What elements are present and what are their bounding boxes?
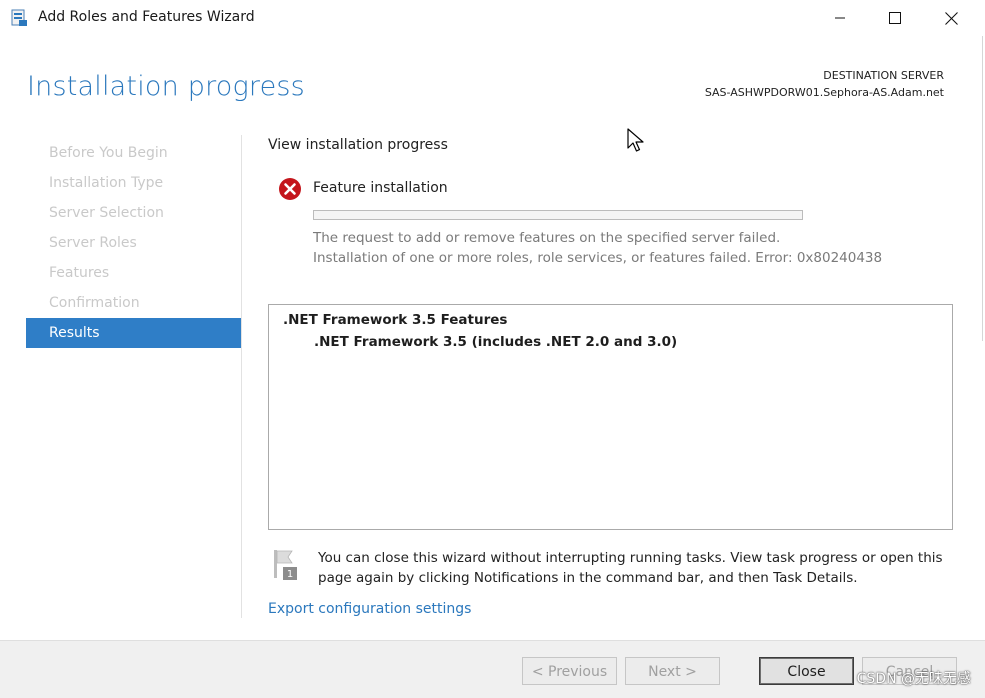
result-item-parent: .NET Framework 3.5 Features: [283, 312, 508, 328]
page-title: Installation progress: [27, 71, 305, 102]
nav-item-features: Features: [49, 265, 110, 281]
nav-item-server-roles: Server Roles: [49, 235, 137, 251]
title-bar: Add Roles and Features Wizard: [0, 0, 985, 36]
nav-item-installation-type: Installation Type: [49, 175, 164, 191]
feature-installation-label: Feature installation: [313, 180, 448, 196]
error-icon: [278, 177, 302, 201]
nav-item-confirmation: Confirmation: [49, 295, 140, 311]
window-title: Add Roles and Features Wizard: [38, 9, 255, 25]
close-window-button[interactable]: [928, 0, 974, 36]
destination-server-label: DESTINATION SERVER: [823, 69, 944, 82]
watermark: CSDN @无味无感: [856, 671, 971, 687]
nav-item-before-you-begin: Before You Begin: [49, 145, 168, 161]
nav-item-results[interactable]: Results: [26, 318, 241, 348]
close-icon: [944, 11, 958, 25]
nav-divider: [241, 135, 242, 618]
result-item-child: .NET Framework 3.5 (includes .NET 2.0 an…: [314, 334, 678, 350]
results-list[interactable]: .NET Framework 3.5 Features .NET Framewo…: [268, 304, 953, 530]
mouse-cursor-icon: [627, 128, 645, 158]
svg-text:1: 1: [287, 569, 293, 580]
notification-note: You can close this wizard without interr…: [318, 550, 943, 586]
maximize-button[interactable]: [872, 0, 918, 36]
minimize-icon: [835, 17, 845, 19]
minimize-button[interactable]: [817, 0, 863, 36]
notification-flag-icon: 1: [272, 548, 300, 582]
close-button[interactable]: Close: [759, 657, 854, 685]
wizard-nav: Before You Begin Installation Type Serve…: [26, 138, 241, 348]
error-message-line1: The request to add or remove features on…: [313, 230, 781, 246]
export-configuration-link[interactable]: Export configuration settings: [268, 601, 471, 617]
section-title: View installation progress: [268, 137, 448, 153]
server-manager-icon: [10, 9, 28, 27]
error-message-line2: Installation of one or more roles, role …: [313, 250, 883, 266]
installation-progress-bar: [313, 210, 803, 220]
maximize-icon: [889, 12, 901, 24]
destination-server-name: SAS-ASHWPDORW01.Sephora-AS.Adam.net: [704, 86, 944, 99]
previous-button[interactable]: < Previous: [522, 657, 617, 685]
nav-item-server-selection: Server Selection: [49, 205, 164, 221]
next-button[interactable]: Next >: [625, 657, 720, 685]
